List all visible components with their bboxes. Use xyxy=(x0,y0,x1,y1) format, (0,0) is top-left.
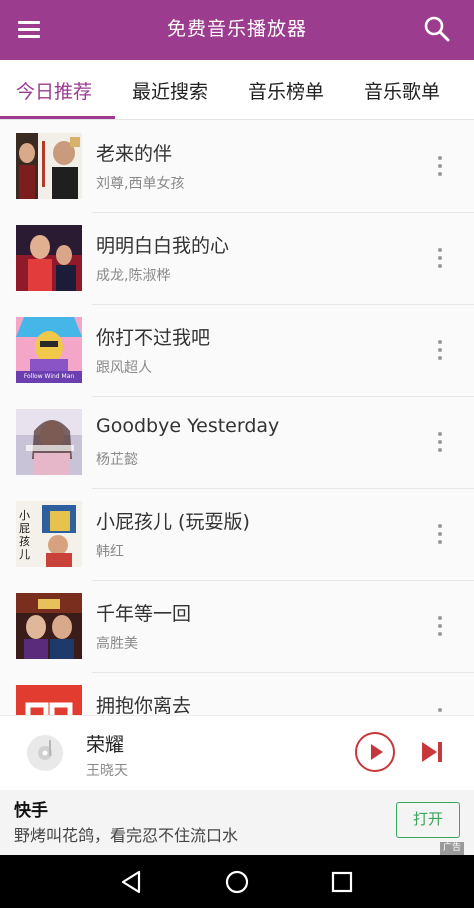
song-title: 老来的伴 xyxy=(96,143,173,165)
home-circle-icon[interactable] xyxy=(222,867,252,897)
ad-title: 快手 xyxy=(14,801,48,821)
more-options-icon[interactable] xyxy=(428,427,452,457)
song-list[interactable]: 老来的伴 刘尊,西单女孩 明明白白我的心 成龙,陈淑桦 Follow Wind … xyxy=(0,121,474,715)
ad-open-button[interactable]: 打开 xyxy=(396,802,460,838)
app-root: 免费音乐播放器 今日推荐 最近搜索 音乐榜单 音乐歌单 老来的伴 刘尊,西单女孩… xyxy=(0,0,474,908)
song-row[interactable]: 小屁孩儿 小屁孩儿 (玩耍版) 韩红 xyxy=(0,489,474,581)
song-row[interactable]: 老来的伴 刘尊,西单女孩 xyxy=(0,121,474,213)
song-artist: 杨芷懿 xyxy=(96,452,138,468)
tab-music-playlists[interactable]: 音乐歌单 xyxy=(364,60,440,120)
ad-banner[interactable]: 快手 野烤叫花鸽，看完忍不住流口水 打开 广告 xyxy=(0,790,474,855)
song-title: 小屁孩儿 (玩耍版) xyxy=(96,511,250,533)
more-options-icon[interactable] xyxy=(428,519,452,549)
song-row[interactable]: 拥抱你离去 xyxy=(0,673,474,715)
song-title: Goodbye Yesterday xyxy=(96,415,280,437)
song-title: 拥抱你离去 xyxy=(96,695,192,715)
song-title: 明明白白我的心 xyxy=(96,235,230,257)
album-cover-image xyxy=(16,409,82,475)
play-icon xyxy=(371,744,383,760)
song-artist: 高胜美 xyxy=(96,636,138,652)
more-options-icon[interactable] xyxy=(428,243,452,273)
song-artist: 跟风超人 xyxy=(96,360,152,376)
system-navigation-bar xyxy=(0,855,474,908)
song-artist: 刘尊,西单女孩 xyxy=(96,176,185,192)
song-row[interactable]: Follow Wind Man 你打不过我吧 跟风超人 xyxy=(0,305,474,397)
album-cover-image: Follow Wind Man xyxy=(16,317,82,383)
tab-recent-search[interactable]: 最近搜索 xyxy=(132,60,208,120)
song-row[interactable]: 明明白白我的心 成龙,陈淑桦 xyxy=(0,213,474,305)
song-row[interactable]: Goodbye Yesterday 杨芷懿 xyxy=(0,397,474,489)
active-tab-indicator xyxy=(0,116,115,119)
music-disc-icon xyxy=(22,730,68,776)
skip-next-icon xyxy=(422,742,442,762)
song-row[interactable]: 千年等一回 高胜美 xyxy=(0,581,474,673)
ad-label: 广告 xyxy=(440,842,465,855)
recents-square-icon[interactable] xyxy=(327,867,357,897)
album-cover-image: 小屁孩儿 xyxy=(16,501,82,567)
app-bar: 免费音乐播放器 xyxy=(0,0,474,60)
mini-player[interactable]: 荣耀 王晓天 xyxy=(0,715,474,790)
more-options-icon[interactable] xyxy=(428,703,452,715)
search-icon[interactable] xyxy=(422,14,452,44)
tab-today-recommend[interactable]: 今日推荐 xyxy=(16,60,92,120)
song-title: 千年等一回 xyxy=(96,603,192,625)
play-button[interactable] xyxy=(355,732,395,772)
skip-next-button[interactable] xyxy=(418,739,446,765)
album-cover-image xyxy=(16,593,82,659)
tab-music-charts[interactable]: 音乐榜单 xyxy=(248,60,324,120)
more-options-icon[interactable] xyxy=(428,151,452,181)
more-options-icon[interactable] xyxy=(428,335,452,365)
song-artist: 成龙,陈淑桦 xyxy=(96,268,171,284)
ad-description: 野烤叫花鸽，看完忍不住流口水 xyxy=(14,826,239,845)
app-title: 免费音乐播放器 xyxy=(166,18,307,40)
tab-bar: 今日推荐 最近搜索 音乐榜单 音乐歌单 xyxy=(0,60,474,120)
album-cover-image xyxy=(16,225,82,291)
song-title: 你打不过我吧 xyxy=(96,327,211,349)
song-artist: 韩红 xyxy=(96,544,124,560)
back-triangle-icon[interactable] xyxy=(117,867,147,897)
album-cover-text: 小屁孩儿 xyxy=(19,509,30,561)
now-playing-artist: 王晓天 xyxy=(86,763,128,779)
album-cover-image xyxy=(16,133,82,199)
now-playing-title: 荣耀 xyxy=(86,734,125,756)
more-options-icon[interactable] xyxy=(428,611,452,641)
album-cover-image xyxy=(16,685,82,715)
album-cover-text: Follow Wind Man xyxy=(23,373,75,380)
